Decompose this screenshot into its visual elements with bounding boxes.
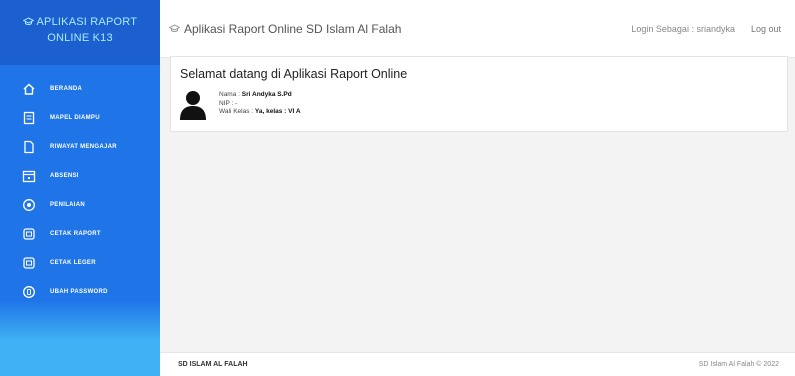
page-title-text: Aplikasi Raport Online SD Islam Al Falah <box>184 21 402 36</box>
sidebar-item-cetak-raport[interactable]: CETAK RAPORT <box>0 219 160 248</box>
brand-line2: ONLINE K13 <box>47 32 113 44</box>
sidebar-item-beranda[interactable]: BERANDA <box>0 74 160 103</box>
sidebar-item-label: RIWAYAT MENGAJAR <box>50 143 117 150</box>
print-icon <box>22 256 36 270</box>
sidebar-item-penilaian[interactable]: PENILAIAN <box>0 190 160 219</box>
sidebar-item-label: ABSENSI <box>50 172 79 179</box>
sidebar-item-label: UBAH PASSWORD <box>50 288 108 295</box>
logout-link[interactable]: Log out <box>751 24 781 34</box>
calendar-icon <box>22 169 36 183</box>
info-wali-kelas: Wali Kelas : Ya, kelas : VI A <box>219 108 301 115</box>
app-brand[interactable]: APLIKASI RAPORT ONLINE K13 <box>0 0 160 65</box>
top-header: Aplikasi Raport Online SD Islam Al Falah… <box>160 0 795 58</box>
user-avatar-icon <box>179 90 207 120</box>
sidebar-item-label: MAPEL DIAMPU <box>50 114 100 121</box>
book-icon <box>22 111 36 125</box>
key-icon <box>22 285 36 299</box>
graduation-cap-icon <box>22 16 37 28</box>
sidebar-item-label: BERANDA <box>50 85 83 92</box>
sidebar: APLIKASI RAPORT ONLINE K13 BERANDA MAPEL… <box>0 0 160 376</box>
info-nama: Nama : Sri Andyka S.Pd <box>219 91 292 98</box>
user-info: Nama : Sri Andyka S.Pd NIP : - Wali Kela… <box>219 91 301 117</box>
footer: SD ISLAM AL FALAH SD Islam Al Falah © 20… <box>160 352 795 376</box>
file-icon <box>22 140 36 154</box>
sidebar-item-label: CETAK LEGER <box>50 259 96 266</box>
brand-line1: APLIKASI RAPORT <box>36 16 138 28</box>
welcome-heading: Selamat datang di Aplikasi Raport Online <box>180 67 408 81</box>
sidebar-item-absensi[interactable]: ABSENSI <box>0 161 160 190</box>
grade-icon <box>22 198 36 212</box>
nip-value: - <box>235 99 238 107</box>
user-area: Login Sebagai : sriandyka Log out <box>631 24 781 34</box>
nama-value: Sri Andyka S.Pd <box>241 91 292 98</box>
footer-copyright: SD Islam Al Falah © 2022 <box>698 361 779 368</box>
home-icon <box>22 82 36 96</box>
info-nip: NIP : - <box>219 99 238 107</box>
wali-value: Ya, kelas : VI A <box>254 108 301 115</box>
sidebar-menu: BERANDA MAPEL DIAMPU RIWAYAT MENGAJAR AB… <box>0 74 160 306</box>
sidebar-item-cetak-leger[interactable]: CETAK LEGER <box>0 248 160 277</box>
login-status: Login Sebagai : sriandyka <box>631 23 735 34</box>
page-title: Aplikasi Raport Online SD Islam Al Falah <box>169 22 401 36</box>
sidebar-item-riwayat-mengajar[interactable]: RIWAYAT MENGAJAR <box>0 132 160 161</box>
graduation-cap-icon <box>169 24 180 33</box>
sidebar-item-label: PENILAIAN <box>50 201 86 208</box>
footer-school-name: SD ISLAM AL FALAH <box>178 361 248 368</box>
print-icon <box>22 227 36 241</box>
welcome-panel: Selamat datang di Aplikasi Raport Online… <box>170 56 788 132</box>
sidebar-item-mapel-diampu[interactable]: MAPEL DIAMPU <box>0 103 160 132</box>
sidebar-item-label: CETAK RAPORT <box>50 230 101 237</box>
sidebar-item-ubah-password[interactable]: UBAH PASSWORD <box>0 277 160 306</box>
